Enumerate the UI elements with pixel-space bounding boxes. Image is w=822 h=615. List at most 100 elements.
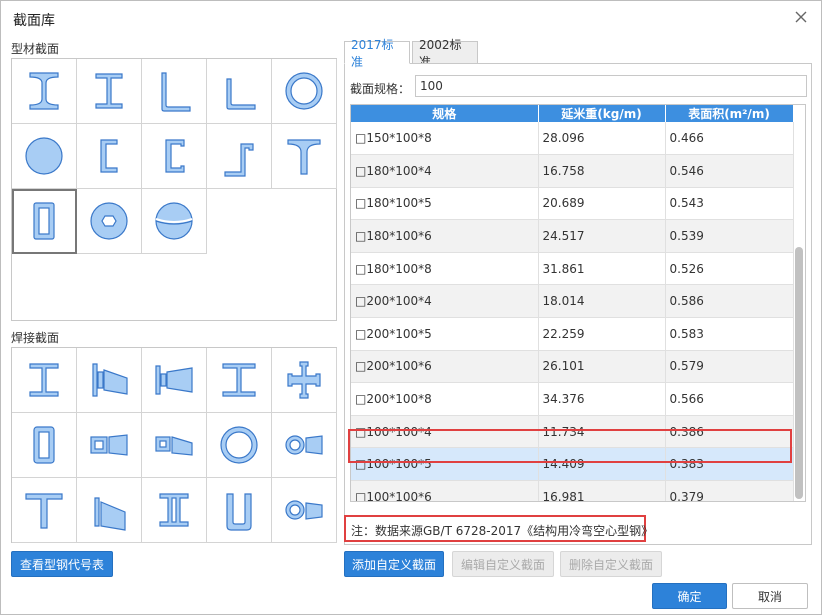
cell-weight: 18.014 — [538, 284, 666, 319]
u-section-icon — [226, 493, 252, 531]
tab-2002-standard[interactable]: 2002标准 — [412, 38, 478, 69]
section-cell-unequal-angle[interactable] — [207, 59, 272, 124]
section-cell-welded-round-tube[interactable] — [207, 413, 272, 478]
section-cell-welded-tee[interactable] — [12, 478, 77, 543]
section-cell-lipped-channel[interactable] — [142, 124, 207, 189]
section-spec-panel: 截面规格： 规格 延米重(kg/m) 表面积(m²/m) □150*100*82… — [344, 63, 812, 545]
section-cell-welded-box[interactable] — [12, 413, 77, 478]
section-cell-z-section[interactable] — [207, 124, 272, 189]
table-row[interactable]: □180*100*8 31.861 0.526 — [351, 252, 794, 286]
cell-area: 0.546 — [665, 154, 794, 188]
table-row[interactable]: □180*100*5 20.689 0.543 — [351, 187, 794, 221]
section-cell-welded-h-beam[interactable] — [207, 348, 272, 413]
section-cell-solid-round[interactable] — [12, 124, 77, 189]
section-cell-round-tube[interactable] — [272, 59, 337, 124]
column-header-weight[interactable]: 延米重(kg/m) — [538, 105, 666, 122]
cell-area: 0.566 — [665, 382, 794, 416]
table-row[interactable]: □100*100*5 14.409 0.383 — [351, 447, 794, 482]
section-cell-box-flange-taper[interactable] — [142, 413, 207, 478]
dialog-title: 截面库 — [13, 13, 55, 29]
cell-weight: 22.259 — [538, 317, 666, 351]
section-cell-tapered-tee[interactable] — [77, 478, 142, 543]
table-row[interactable]: □100*100*4 11.734 0.386 — [351, 415, 794, 449]
table-row[interactable]: □200*100*6 26.101 0.579 — [351, 350, 794, 384]
table-row[interactable]: □100*100*6 16.981 0.379 — [351, 480, 794, 501]
cell-spec: □200*100*5 — [351, 317, 539, 351]
table-row[interactable]: □180*100*4 16.758 0.546 — [351, 154, 794, 188]
solid-round-icon — [25, 137, 63, 175]
scrollbar-thumb[interactable] — [795, 247, 803, 499]
profile-section-panel — [11, 58, 337, 321]
round-tube-taper-icon — [285, 435, 323, 455]
table-row[interactable]: □200*100*8 34.376 0.566 — [351, 382, 794, 416]
view-steel-code-table-button[interactable]: 查看型钢代号表 — [11, 551, 113, 577]
section-cell-u-section[interactable] — [207, 478, 272, 543]
section-cell-equal-angle[interactable] — [142, 59, 207, 124]
round-tube-icon — [285, 72, 323, 110]
cell-area: 0.466 — [665, 122, 794, 156]
tapered-i-beam-icon — [92, 363, 128, 397]
table-row[interactable]: □200*100*4 18.014 0.586 — [351, 284, 794, 319]
spec-label: 截面规格： — [350, 82, 411, 96]
section-cell-welded-i-beam[interactable] — [12, 348, 77, 413]
section-cell-box-taper[interactable] — [77, 413, 142, 478]
spec-table: 规格 延米重(kg/m) 表面积(m²/m) □150*100*8 28.096 0… — [351, 105, 794, 501]
section-cell-double-web-beam[interactable] — [142, 478, 207, 543]
weld-section-label: 焊接截面 — [11, 331, 60, 345]
box-flange-taper-icon — [155, 436, 193, 456]
cell-spec: □100*100*4 — [351, 415, 539, 449]
table-body: □150*100*8 28.096 0.466 □180*100*4 16.758 0.5… — [351, 122, 794, 501]
section-cell-tee-section[interactable] — [272, 124, 337, 189]
cell-area: 0.539 — [665, 219, 794, 253]
weld-section-panel — [11, 347, 337, 543]
table-row[interactable]: □150*100*8 28.096 0.466 — [351, 122, 794, 156]
welded-round-tube-icon — [220, 426, 258, 464]
section-cell-h-beam[interactable] — [77, 59, 142, 124]
hex-bolt-icon — [90, 202, 128, 240]
cell-spec: □200*100*4 — [351, 284, 539, 319]
table-scrollbar[interactable] — [795, 123, 803, 501]
cell-spec: □150*100*8 — [351, 122, 539, 156]
cell-weight: 16.981 — [538, 480, 666, 501]
cell-area: 0.379 — [665, 480, 794, 501]
section-cell-sphere[interactable] — [142, 189, 207, 254]
spec-input[interactable] — [415, 75, 807, 97]
table-row[interactable]: □200*100*5 22.259 0.583 — [351, 317, 794, 351]
section-cell-channel[interactable] — [77, 124, 142, 189]
table-row[interactable]: □180*100*6 24.517 0.539 — [351, 219, 794, 253]
cell-area: 0.383 — [665, 447, 794, 482]
i-beam-icon — [29, 72, 59, 110]
section-cell-rect-tube[interactable] — [12, 189, 77, 254]
cancel-button[interactable]: 取消 — [732, 583, 808, 609]
add-custom-section-button[interactable]: 添加自定义截面 — [344, 551, 444, 577]
cell-spec: □180*100*6 — [351, 219, 539, 253]
close-icon[interactable] — [793, 9, 809, 25]
section-cell-tapered-i-beam[interactable] — [77, 348, 142, 413]
section-cell-round-taper[interactable] — [272, 478, 337, 543]
welded-box-icon — [33, 426, 55, 464]
column-header-area[interactable]: 表面积(m²/m) — [665, 105, 794, 122]
section-cell-cross-section[interactable] — [272, 348, 337, 413]
delete-custom-section-button[interactable]: 删除自定义截面 — [560, 551, 662, 577]
lipped-channel-icon — [165, 139, 185, 173]
section-cell-tapered-flange-beam[interactable] — [142, 348, 207, 413]
cell-weight: 28.096 — [538, 122, 666, 156]
column-header-spec[interactable]: 规格 — [351, 105, 539, 122]
welded-tee-icon — [25, 493, 63, 529]
edit-custom-section-button[interactable]: 编辑自定义截面 — [452, 551, 554, 577]
tab-2017-standard[interactable]: 2017标准 — [344, 38, 410, 69]
z-section-icon — [224, 143, 254, 177]
section-cell-hex-bolt[interactable] — [77, 189, 142, 254]
welded-i-beam-icon — [29, 363, 59, 397]
section-cell-round-tube-taper[interactable] — [272, 413, 337, 478]
channel-icon — [100, 139, 118, 173]
cell-weight: 20.689 — [538, 187, 666, 221]
ok-button[interactable]: 确定 — [652, 583, 727, 609]
welded-h-beam-icon — [222, 363, 256, 397]
unequal-angle-icon — [226, 78, 256, 110]
cell-spec: □100*100*6 — [351, 480, 539, 501]
equal-angle-icon — [161, 72, 191, 112]
section-cell-i-beam[interactable] — [12, 59, 77, 124]
cell-weight: 16.758 — [538, 154, 666, 188]
cell-area: 0.583 — [665, 317, 794, 351]
